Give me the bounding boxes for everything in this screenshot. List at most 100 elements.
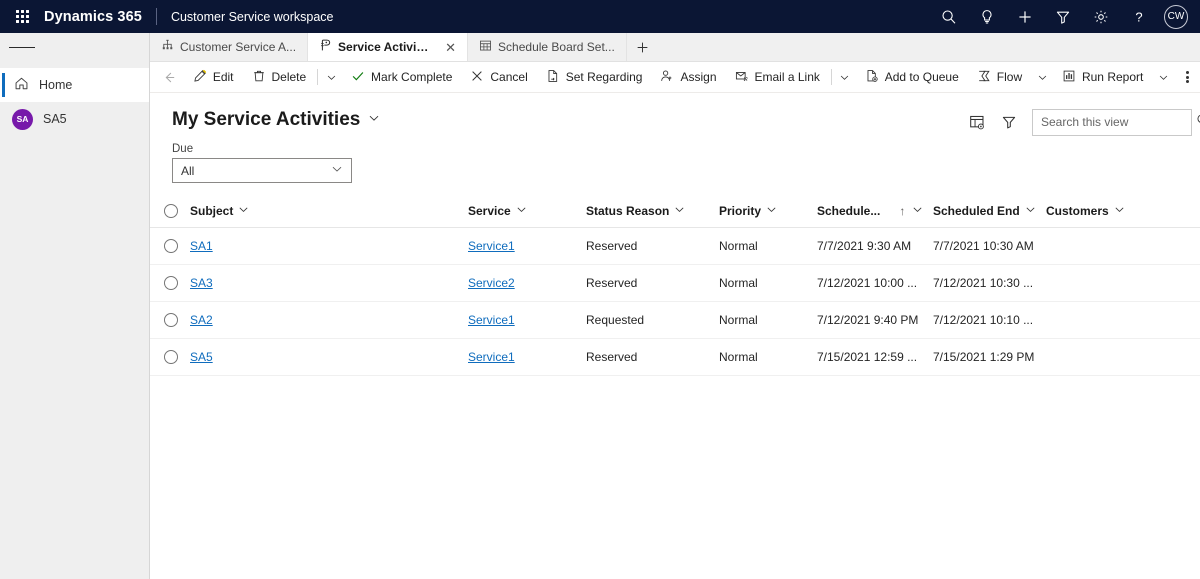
plus-icon[interactable] [1006,0,1044,33]
cell-priority: Normal [719,301,817,339]
flow-button[interactable]: Flow [968,63,1031,91]
chevron-down-icon [674,204,685,218]
lightbulb-icon[interactable] [968,0,1006,33]
row-select-radio[interactable] [150,301,190,339]
search-icon[interactable] [1196,113,1200,132]
chevron-down-icon [1025,204,1036,218]
sidebar: Home SA SA5 [0,62,150,579]
subject-link[interactable]: SA5 [190,350,213,364]
cancel-button[interactable]: Cancel [461,63,536,91]
add-to-queue-button[interactable]: Add to Queue [856,63,968,91]
command-divider [830,69,832,85]
tab-service-activities[interactable]: Service Activities My Ser... ✕ [308,33,469,61]
table-row[interactable]: SA2 Service1 Requested Normal 7/12/2021 … [150,301,1200,339]
chevron-down-icon [912,204,923,218]
set-regarding-button[interactable]: Set Regarding [537,63,652,91]
edit-filters-icon[interactable] [994,107,1024,137]
main-content: Edit Delete Mark Complete Cancel Set Reg… [150,62,1200,579]
service-link[interactable]: Service1 [468,239,515,253]
cell-priority: Normal [719,338,817,376]
table-row[interactable]: SA5 Service1 Reserved Normal 7/15/2021 1… [150,338,1200,376]
view-toolbar [962,107,1200,137]
sort-ascending-icon: ↑ [899,204,906,218]
gear-icon[interactable] [1082,0,1120,33]
chevron-down-icon[interactable] [1031,63,1053,91]
filter-icon[interactable] [1044,0,1082,33]
sitemap-icon [161,39,174,55]
email-a-link-button[interactable]: Email a Link [726,63,829,91]
column-header-priority[interactable]: Priority [719,197,817,228]
chevron-down-icon[interactable] [320,63,342,91]
command-label: Run Report [1081,70,1144,84]
more-commands-icon[interactable] [1174,63,1200,91]
cell-scheduled-start: 7/7/2021 9:30 AM [817,227,933,265]
due-filter-value: All [181,163,195,178]
command-divider [317,69,319,85]
help-icon[interactable]: ? [1120,0,1158,33]
app-launcher-icon[interactable] [0,10,44,23]
run-report-button[interactable]: Run Report [1053,63,1152,91]
view-header: My Service Activities [150,93,1200,136]
cell-customers [1046,301,1200,339]
tab-schedule-board-settings[interactable]: Schedule Board Set... [468,33,627,61]
service-link[interactable]: Service2 [468,276,515,290]
select-all-radio[interactable] [150,197,190,228]
table-row[interactable]: SA1 Service1 Reserved Normal 7/7/2021 9:… [150,227,1200,265]
mark-complete-button[interactable]: Mark Complete [342,63,461,91]
subject-link[interactable]: SA1 [190,239,213,253]
sidebar-item-label: Home [39,78,73,92]
cell-customers [1046,338,1200,376]
delete-button[interactable]: Delete [243,63,316,91]
chevron-down-icon[interactable] [834,63,856,91]
avatar[interactable]: CW [1164,4,1188,29]
row-select-radio[interactable] [150,264,190,302]
search-input[interactable] [1041,115,1196,129]
session-avatar: SA [12,108,33,130]
command-label: Cancel [490,70,528,84]
column-header-scheduled-start[interactable]: Schedule... ↑ [817,197,933,228]
edit-button[interactable]: Edit [184,63,243,91]
chevron-down-icon [516,204,527,218]
edit-columns-icon[interactable] [962,107,992,137]
sidebar-item-home[interactable]: Home [0,68,149,102]
row-select-radio[interactable] [150,338,190,376]
row-select-radio[interactable] [150,227,190,265]
chevron-down-icon[interactable] [1152,63,1174,91]
table-row[interactable]: SA3 Service2 Reserved Normal 7/12/2021 1… [150,264,1200,302]
chevron-down-icon [331,163,343,178]
checkmark-icon [351,69,365,86]
column-header-scheduled-end[interactable]: Scheduled End [933,197,1046,228]
service-activity-icon [319,39,332,55]
column-header-customers[interactable]: Customers [1046,197,1200,228]
subject-link[interactable]: SA2 [190,313,213,327]
column-header-service[interactable]: Service [468,197,586,228]
sidebar-item-session-sa5[interactable]: SA SA5 [0,102,149,136]
svg-text:?: ? [1135,9,1142,24]
service-link[interactable]: Service1 [468,350,515,364]
cell-subject: SA2 [190,301,468,339]
service-link[interactable]: Service1 [468,313,515,327]
chevron-down-icon[interactable] [368,111,380,129]
due-filter-select[interactable]: All [172,158,352,183]
due-filter-label: Due [172,143,194,155]
close-icon[interactable]: ✕ [445,41,456,54]
search-icon[interactable] [930,0,968,33]
new-tab-button[interactable] [627,33,659,61]
subject-link[interactable]: SA3 [190,276,213,290]
cell-status-reason: Reserved [586,227,719,265]
command-label: Email a Link [754,70,820,84]
back-arrow-icon[interactable] [156,63,184,91]
tab-strip: Customer Service A... Service Activities… [0,33,1200,62]
search-view-box[interactable] [1032,108,1200,136]
person-add-icon [660,69,674,86]
hamburger-menu-icon[interactable] [9,35,36,61]
cell-priority: Normal [719,264,817,302]
command-label: Add to Queue [884,70,959,84]
sidebar-header [0,33,150,62]
tab-customer-service-agent[interactable]: Customer Service A... [150,33,309,61]
column-header-status-reason[interactable]: Status Reason [586,197,719,228]
page-title: My Service Activities [172,109,361,130]
assign-button[interactable]: Assign [651,63,725,91]
column-header-subject[interactable]: Subject [190,197,468,228]
column-label: Service [468,204,511,218]
